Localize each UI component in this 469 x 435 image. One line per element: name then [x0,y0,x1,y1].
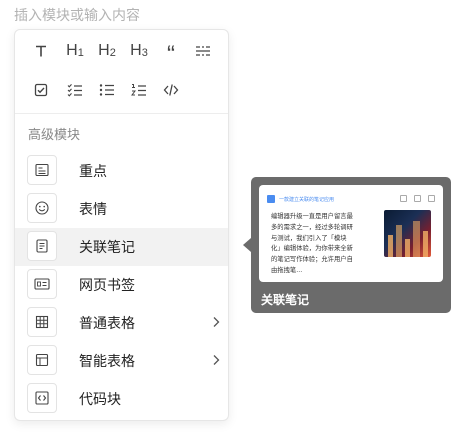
city-night-photo [384,210,431,257]
bullet-list-icon[interactable] [94,75,120,105]
advanced-section-title: 高级模块 [28,128,81,143]
menu-item-label: 普通表格 [79,316,135,332]
heading-1-sub: 1 [77,47,84,59]
preview-label: 关联笔记 [261,293,310,307]
preview-card: 一款建立关联的笔记应用 编辑器升级一直是用户留言最多的需求之一，经过多轮调研与测… [259,185,443,282]
preview-pointer [243,238,251,252]
quote-icon[interactable]: “ [158,36,184,68]
menu-item-label: 表情 [79,202,107,218]
toolbar-divider [15,113,228,114]
checklist-icon[interactable] [62,75,88,105]
heading-2-label: H [98,42,110,59]
menu-item-label: 关联笔记 [79,240,135,256]
menu-item-highlight[interactable]: 重点 [15,152,228,190]
heading-3-sub: 3 [141,47,148,59]
preview-card-body: 编辑器升级一直是用户留言最多的需求之一，经过多轮调研与测试，我们引入了「模块化」… [271,213,353,274]
preview-card-tools [400,195,435,202]
checkbox-icon[interactable] [28,75,54,105]
menu-item-web-bookmark[interactable]: 网页书签 [15,266,228,304]
linked-note-preview: 一款建立关联的笔记应用 编辑器升级一直是用户留言最多的需求之一，经过多轮调研与测… [251,177,451,313]
web-bookmark-icon [27,269,57,299]
divider-line-icon[interactable] [190,36,216,66]
edit-icon [400,195,407,202]
heading-2-icon[interactable]: H2 [94,36,120,66]
text-format-icon[interactable] [28,36,54,66]
menu-item-code-block[interactable]: 代码块 [15,380,228,418]
editor-placeholder[interactable]: 插入模块或输入内容 [14,5,140,25]
refresh-icon [428,195,435,202]
highlight-block-icon [27,155,57,185]
menu-item-label: 智能表格 [79,354,135,370]
copy-icon [414,195,421,202]
format-toolbar-row-1: H1 H2 H3 “ [15,36,228,68]
quote-glyph: “ [167,41,175,68]
table-icon [27,307,57,337]
menu-item-smart-table[interactable]: 智能表格 [15,342,228,380]
heading-3-label: H [130,42,142,59]
menu-item-label: 网页书签 [79,278,135,294]
menu-item-emoji[interactable]: 表情 [15,190,228,228]
menu-item-label: 代码块 [79,392,121,408]
heading-1-label: H [66,42,78,59]
menu-item-table[interactable]: 普通表格 [15,304,228,342]
numbered-list-icon[interactable] [126,75,152,105]
insert-block-menu: H1 H2 H3 “ 高级模块 重点 表情 关联笔记 网页书签 普通表格 智能表… [14,29,229,421]
code-icon[interactable] [158,75,184,105]
preview-card-header: 一款建立关联的笔记应用 [267,193,435,205]
heading-2-sub: 2 [109,47,116,59]
menu-item-label: 重点 [79,164,107,180]
heading-3-icon[interactable]: H3 [126,36,152,66]
format-toolbar-row-2 [15,75,228,105]
linked-note-icon [27,231,57,261]
preview-card-title: 一款建立关联的笔记应用 [279,196,335,203]
note-doc-icon [267,195,275,203]
code-block-icon [27,383,57,413]
chevron-right-icon [213,317,220,327]
smiley-icon [27,193,57,223]
smart-table-icon [27,345,57,375]
heading-1-icon[interactable]: H1 [62,36,88,66]
chevron-right-icon [213,355,220,365]
menu-item-linked-note[interactable]: 关联笔记 [15,228,228,266]
